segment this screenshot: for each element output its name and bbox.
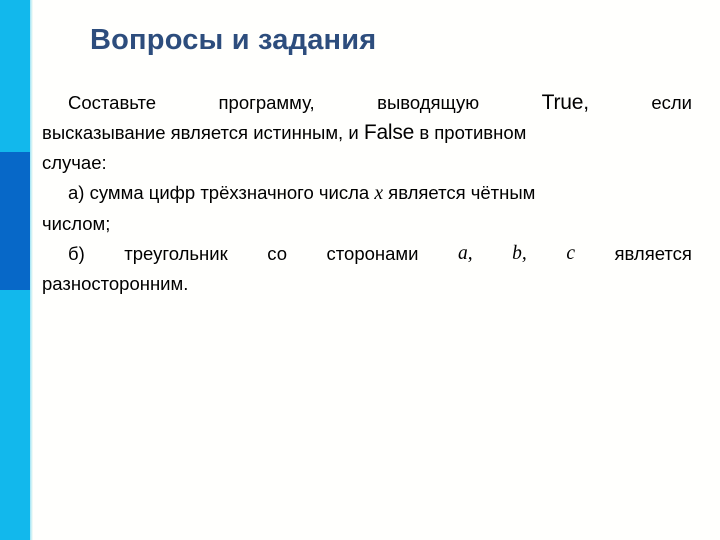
stripe-segment-middle	[0, 152, 30, 290]
intro-word-1: Составьте	[68, 92, 157, 113]
item-b-word-4: сторонами	[326, 243, 419, 264]
item-a-line-2: числом;	[42, 213, 111, 234]
paragraph-item-a: а) сумма цифр трёхзначного числа x являе…	[42, 178, 692, 239]
intro-word-5: если	[651, 92, 692, 113]
item-b-word-5: является	[614, 243, 692, 264]
intro-word-3: выводящую	[377, 92, 480, 113]
body-text-block: Составьте программу, выводящую True, есл…	[42, 88, 692, 299]
intro-line-1: Составьте программу, выводящую True, есл…	[42, 88, 692, 118]
item-b-marker: б)	[68, 243, 85, 264]
item-a-before: а) сумма цифр трёхзначного числа	[68, 182, 370, 203]
intro-line-3: случае:	[42, 152, 107, 173]
item-b-variable-b: b,	[512, 243, 527, 264]
item-b-line-2: разносторонним.	[42, 273, 189, 294]
item-b-variable-a: a,	[458, 243, 473, 264]
slide-canvas: Вопросы и задания Составьте программу, в…	[0, 0, 720, 540]
item-a-after: является чётным	[388, 182, 536, 203]
intro-word-2: программу,	[218, 92, 315, 113]
intro-line2-before: высказывание является истинным, и	[42, 122, 359, 143]
item-b-word-2: треугольник	[124, 243, 228, 264]
item-a-variable-x: x	[374, 183, 384, 204]
intro-keyword-true: True,	[541, 91, 589, 114]
item-a-line-1: а) сумма цифр трёхзначного числа x являе…	[42, 178, 692, 209]
stripe-segment-bottom	[0, 290, 30, 540]
item-b-word-3: со	[267, 243, 287, 264]
page-title: Вопросы и задания	[90, 24, 377, 56]
intro-keyword-false: False	[363, 121, 415, 144]
intro-line-2: высказывание является истинным, и False …	[42, 118, 692, 148]
stripe-edge-highlight	[30, 0, 33, 540]
item-b-line-1: б) треугольник со сторонами a, b, c явля…	[42, 239, 692, 269]
stripe-segment-top	[0, 0, 30, 152]
item-b-variable-c: c	[566, 243, 575, 264]
left-accent-stripe	[0, 0, 30, 540]
intro-line2-after: в противном	[419, 122, 527, 143]
paragraph-task-intro: Составьте программу, выводящую True, есл…	[42, 88, 692, 178]
paragraph-item-b: б) треугольник со сторонами a, b, c явля…	[42, 239, 692, 299]
